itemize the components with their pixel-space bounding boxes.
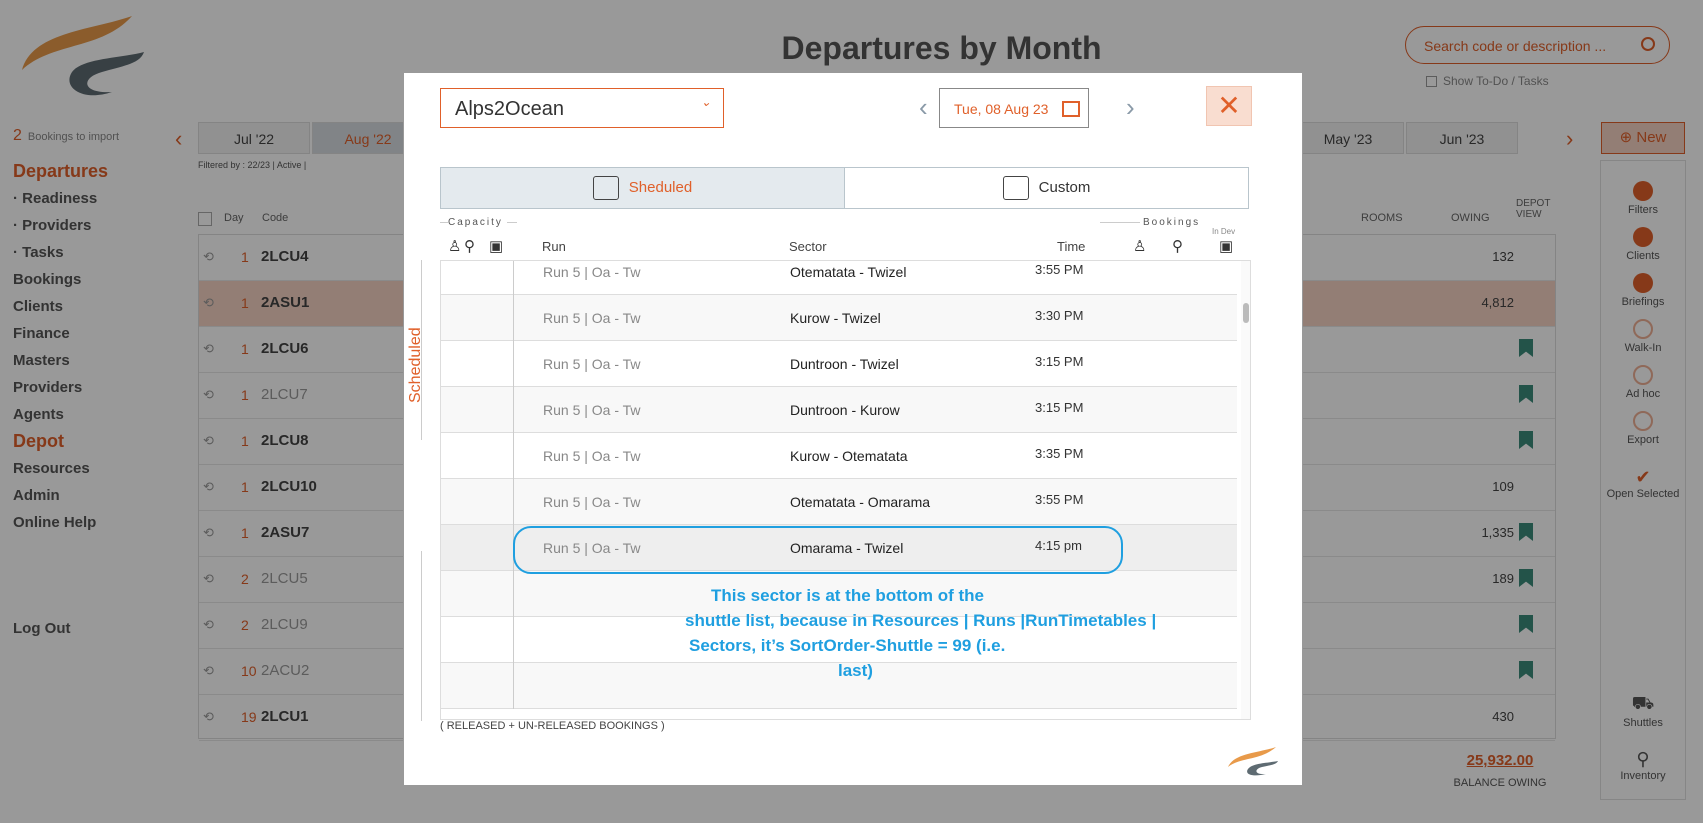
bookings-label: Bookings (1143, 217, 1201, 228)
capacity-cell (441, 433, 514, 479)
divider (440, 222, 448, 223)
bike-icon: ⚲ (1172, 238, 1183, 255)
date-picker[interactable]: Tue, 08 Aug 23 (939, 88, 1089, 128)
sector-cell: Duntroon - Twizel (790, 356, 899, 372)
released-note: ( RELEASED + UN-RELEASED BOOKINGS ) (440, 720, 665, 732)
capacity-cell (441, 261, 514, 295)
sector-row[interactable]: Run 5 | Oa - Tw Kurow - Twizel 3:30 PM (441, 295, 1237, 341)
scheduled-side-label: Scheduled (407, 327, 424, 403)
annotation-line: shuttle list, because in Resources | Run… (685, 611, 1157, 630)
brand-logo (1228, 747, 1278, 776)
sector-cell: Otematata - Omarama (790, 494, 931, 510)
clock-calendar-icon (1002, 176, 1029, 201)
capacity-cell (441, 571, 514, 617)
tour-select[interactable]: Alps2Ocean ⌄ (440, 88, 724, 128)
prev-date-icon[interactable]: ‹ (919, 92, 928, 123)
divider (507, 222, 517, 223)
in-dev-label: In Dev (1212, 227, 1236, 236)
run-cell: Run 5 | Oa - Tw (543, 448, 641, 464)
luggage-icon: ▣ (489, 238, 504, 255)
bike-icon: ⚲ (464, 238, 475, 255)
run-cell: Run 5 | Oa - Tw (543, 402, 641, 418)
divider (421, 551, 422, 721)
time-cell: 3:35 PM (1035, 446, 1084, 461)
capacity-cell (441, 617, 514, 663)
chevron-down-icon: ⌄ (700, 95, 711, 109)
time-cell: 3:15 PM (1035, 354, 1084, 369)
next-date-icon[interactable]: › (1126, 92, 1135, 123)
sector-cell: Kurow - Otematata (790, 448, 908, 464)
run-cell: Run 5 | Oa - Tw (543, 494, 641, 510)
capacity-cell (441, 341, 514, 387)
col-sector[interactable]: Sector (789, 239, 827, 254)
sector-cell: Duntroon - Kurow (790, 402, 900, 418)
run-tabs: Sheduled Custom (440, 167, 1251, 209)
capacity-label: Capacity (448, 217, 503, 228)
calendar-icon[interactable] (1062, 101, 1080, 117)
sector-row[interactable]: Run 5 | Oa - Tw Otematata - Twizel 3:55 PM (441, 261, 1237, 295)
sector-row[interactable]: Run 5 | Oa - Tw Otematata - Omarama 3:55 P… (441, 479, 1237, 525)
annotation-line: last) (838, 661, 873, 680)
sector-row[interactable]: Run 5 | Oa - Tw Duntroon - Twizel 3:15 PM (441, 341, 1237, 387)
sector-row[interactable]: Run 5 | Oa - Tw Duntroon - Kurow 3:15 PM (441, 387, 1237, 433)
annotation-line: This sector is at the bottom of the (711, 586, 984, 605)
person-icon: ♙ (1133, 238, 1147, 255)
sector-row[interactable]: Run 5 | Oa - Tw Kurow - Otematata 3:35 PM (441, 433, 1237, 479)
divider (1100, 222, 1140, 223)
capacity-cell (441, 387, 514, 433)
highlight-annotation (513, 526, 1123, 574)
shuttle-icon (592, 176, 619, 201)
capacity-cell (441, 295, 514, 341)
tab-scheduled[interactable]: Sheduled (440, 167, 845, 209)
capacity-cell (441, 479, 514, 525)
col-time[interactable]: Time (1057, 239, 1085, 254)
scrollbar[interactable] (1241, 261, 1250, 719)
time-cell: 3:55 PM (1035, 262, 1084, 277)
luggage-icon: ▣ (1219, 238, 1234, 255)
run-cell: Run 5 | Oa - Tw (543, 310, 641, 326)
run-cell: Run 5 | Oa - Tw (543, 264, 641, 280)
shuttle-modal: Alps2Ocean ⌄ ‹ Tue, 08 Aug 23 › ✕ Shedul… (403, 72, 1303, 786)
close-button[interactable]: ✕ (1206, 86, 1252, 126)
person-icon: ♙ (448, 238, 462, 255)
run-cell: Run 5 | Oa - Tw (543, 356, 641, 372)
col-run[interactable]: Run (542, 239, 566, 254)
annotation-line: Sectors, it’s SortOrder-Shuttle = 99 (i.… (689, 636, 1006, 655)
capacity-cell (441, 525, 514, 571)
time-cell: 3:55 PM (1035, 492, 1084, 507)
time-cell: 3:30 PM (1035, 308, 1084, 323)
tab-custom[interactable]: Custom (844, 167, 1249, 209)
time-cell: 3:15 PM (1035, 400, 1084, 415)
sector-cell: Kurow - Twizel (790, 310, 881, 326)
capacity-cell (441, 663, 514, 709)
sector-cell: Otematata - Twizel (790, 264, 907, 280)
